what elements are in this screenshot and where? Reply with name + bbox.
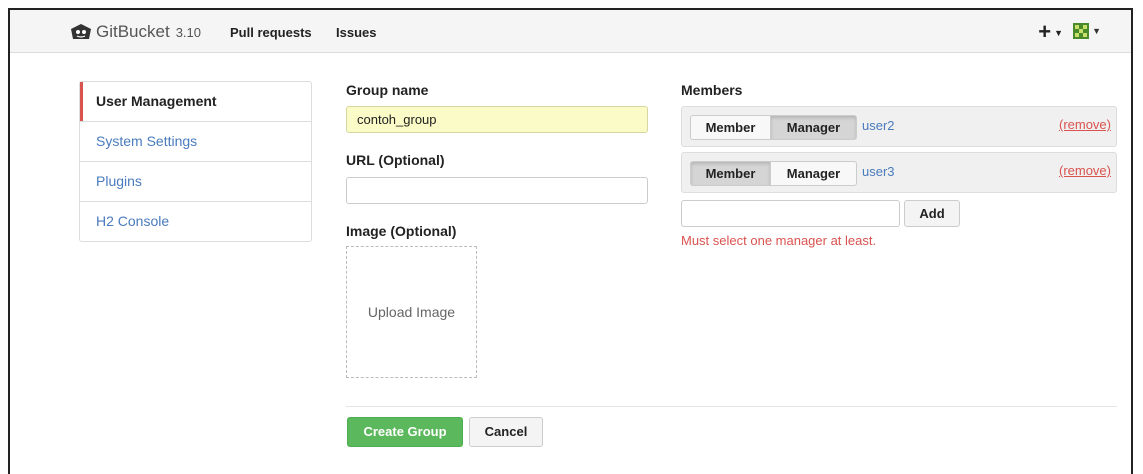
cancel-button[interactable]: Cancel — [469, 417, 543, 447]
members-label: Members — [681, 82, 743, 98]
sidebar-item-plugins[interactable]: Plugins — [80, 161, 311, 201]
brand-name: GitBucket — [96, 22, 170, 41]
manager-toggle[interactable]: Manager — [770, 161, 857, 186]
group-name-input[interactable]: contoh_group — [346, 106, 648, 133]
member-name-link[interactable]: user3 — [862, 164, 895, 179]
remove-member-link[interactable]: (remove) — [1059, 163, 1111, 178]
admin-sidebar: User Management System Settings Plugins … — [79, 81, 312, 242]
nav-issues[interactable]: Issues — [336, 25, 376, 40]
user-menu-button[interactable]: ▼ — [1073, 23, 1101, 39]
brand-version: 3.10 — [175, 24, 202, 40]
create-group-button[interactable]: Create Group — [347, 417, 463, 447]
sidebar-item-system-settings[interactable]: System Settings — [80, 121, 311, 161]
sidebar-item-h2-console[interactable]: H2 Console — [80, 201, 311, 241]
avatar — [1073, 23, 1090, 39]
image-label: Image (Optional) — [346, 223, 457, 239]
add-member-button[interactable]: Add — [904, 200, 960, 227]
validation-error: Must select one manager at least. — [681, 233, 877, 248]
remove-member-link[interactable]: (remove) — [1059, 117, 1111, 132]
top-navbar: GitBucket 3.10 Pull requests Issues + ▼ ▼ — [10, 10, 1131, 53]
member-toggle[interactable]: Member — [690, 115, 771, 140]
member-row: Member Manager user3 (remove) — [681, 152, 1117, 193]
chevron-down-icon: ▼ — [1054, 28, 1063, 39]
form-divider — [346, 406, 1117, 407]
chevron-down-icon: ▼ — [1092, 26, 1101, 36]
group-name-label: Group name — [346, 82, 429, 98]
member-name-link[interactable]: user2 — [862, 118, 895, 133]
gitbucket-logo-icon — [71, 24, 91, 39]
nav-pull-requests[interactable]: Pull requests — [230, 25, 312, 40]
plus-icon: + — [1038, 19, 1052, 44]
add-member-input[interactable] — [681, 200, 900, 227]
url-input[interactable] — [346, 177, 648, 204]
sidebar-item-user-management[interactable]: User Management — [80, 82, 311, 121]
upload-image-dropzone[interactable]: Upload Image — [346, 246, 477, 378]
manager-toggle[interactable]: Manager — [770, 115, 857, 140]
upload-image-label: Upload Image — [367, 304, 456, 320]
member-row: Member Manager user2 (remove) — [681, 106, 1117, 147]
brand-link[interactable]: GitBucket 3.10 — [70, 22, 201, 42]
new-menu-button[interactable]: + ▼ — [1038, 19, 1063, 45]
url-label: URL (Optional) — [346, 152, 445, 168]
member-toggle[interactable]: Member — [690, 161, 771, 186]
